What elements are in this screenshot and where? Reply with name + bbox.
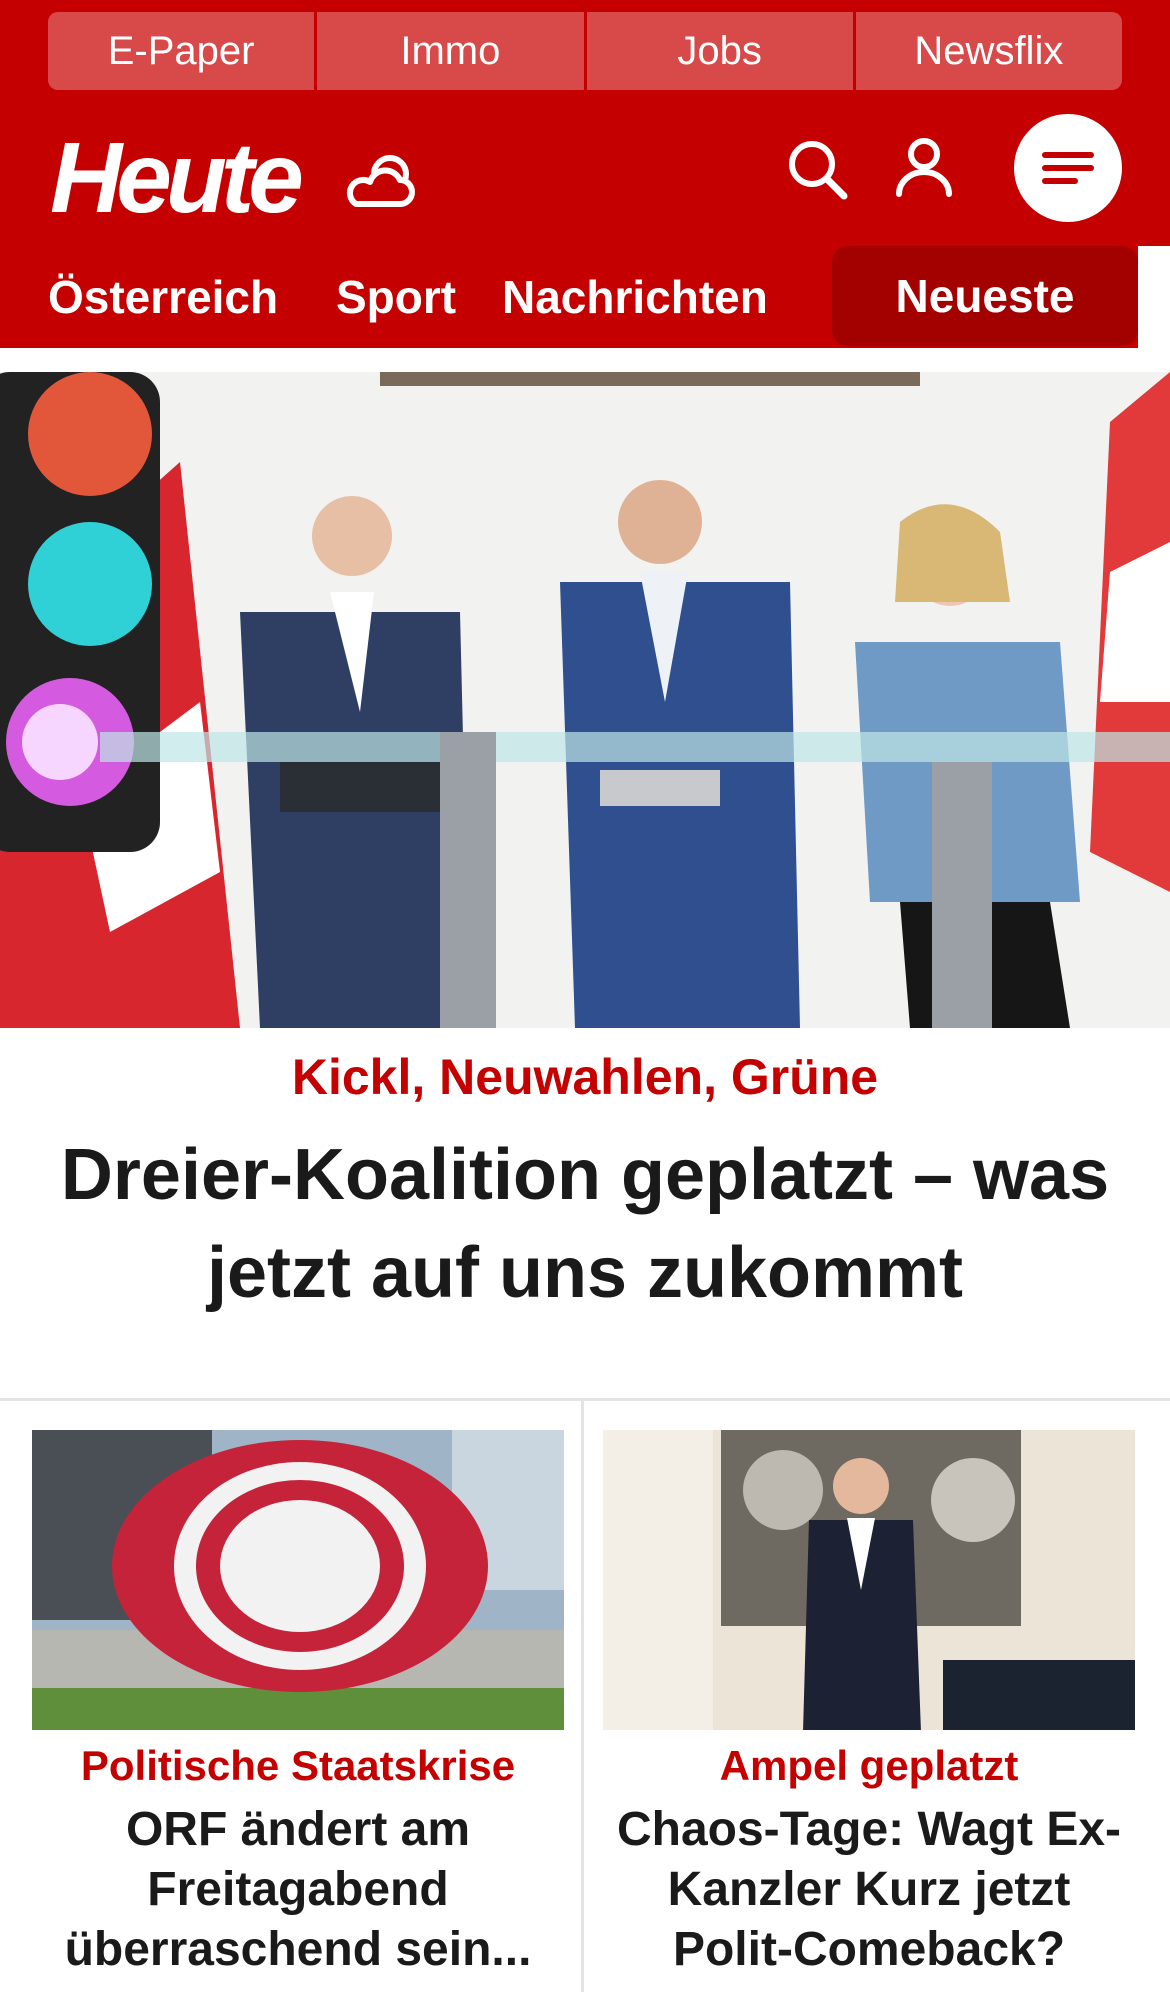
menu-icon: [1042, 152, 1094, 184]
service-link-jobs[interactable]: Jobs: [586, 12, 853, 90]
nav-item-neueste[interactable]: Neueste: [832, 246, 1138, 346]
card-kicker[interactable]: Ampel geplatzt: [603, 1742, 1135, 1790]
nav-item-nachrichten[interactable]: Nachrichten: [502, 246, 768, 348]
weather-icon[interactable]: [344, 150, 420, 219]
card-image-kurz[interactable]: [603, 1430, 1135, 1730]
hero-kicker[interactable]: Kickl, Neuwahlen, Grüne: [0, 1048, 1170, 1106]
nav-edge: [1138, 246, 1170, 348]
article-card-kurz[interactable]: Ampel geplatzt Chaos-Tage: Wagt Ex-Kanzl…: [603, 1430, 1135, 1980]
heute-logo[interactable]: Heute: [50, 118, 304, 238]
nav-item-sport[interactable]: Sport: [336, 246, 456, 348]
column-divider: [581, 1400, 584, 1992]
hero-title[interactable]: Dreier-Koalition geplatzt – was jetzt au…: [30, 1126, 1140, 1322]
service-link-immo[interactable]: Immo: [317, 12, 584, 90]
card-title[interactable]: ORF ändert am Freitagabend überraschend …: [32, 1800, 564, 1980]
card-image-orf[interactable]: [32, 1430, 564, 1730]
main-nav: Österreich Sport Nachrichten Neueste: [0, 246, 1170, 348]
hero-image[interactable]: [0, 372, 1170, 1028]
service-bar: E-Paper Immo Jobs Newsflix: [48, 12, 1122, 90]
search-icon[interactable]: [786, 138, 850, 207]
section-divider: [0, 1398, 1170, 1401]
nav-item-oesterreich[interactable]: Österreich: [48, 246, 278, 348]
card-kicker[interactable]: Politische Staatskrise: [32, 1742, 564, 1790]
menu-button[interactable]: [1014, 114, 1122, 222]
site-header: E-Paper Immo Jobs Newsflix Heute Österre…: [0, 0, 1170, 348]
service-link-newsflix[interactable]: Newsflix: [855, 12, 1122, 90]
user-icon[interactable]: [894, 136, 954, 203]
article-card-orf[interactable]: Politische Staatskrise ORF ändert am Fre…: [32, 1430, 564, 1980]
card-title[interactable]: Chaos-Tage: Wagt Ex-Kanzler Kurz jetzt P…: [603, 1800, 1135, 1980]
service-link-epaper[interactable]: E-Paper: [48, 12, 315, 90]
